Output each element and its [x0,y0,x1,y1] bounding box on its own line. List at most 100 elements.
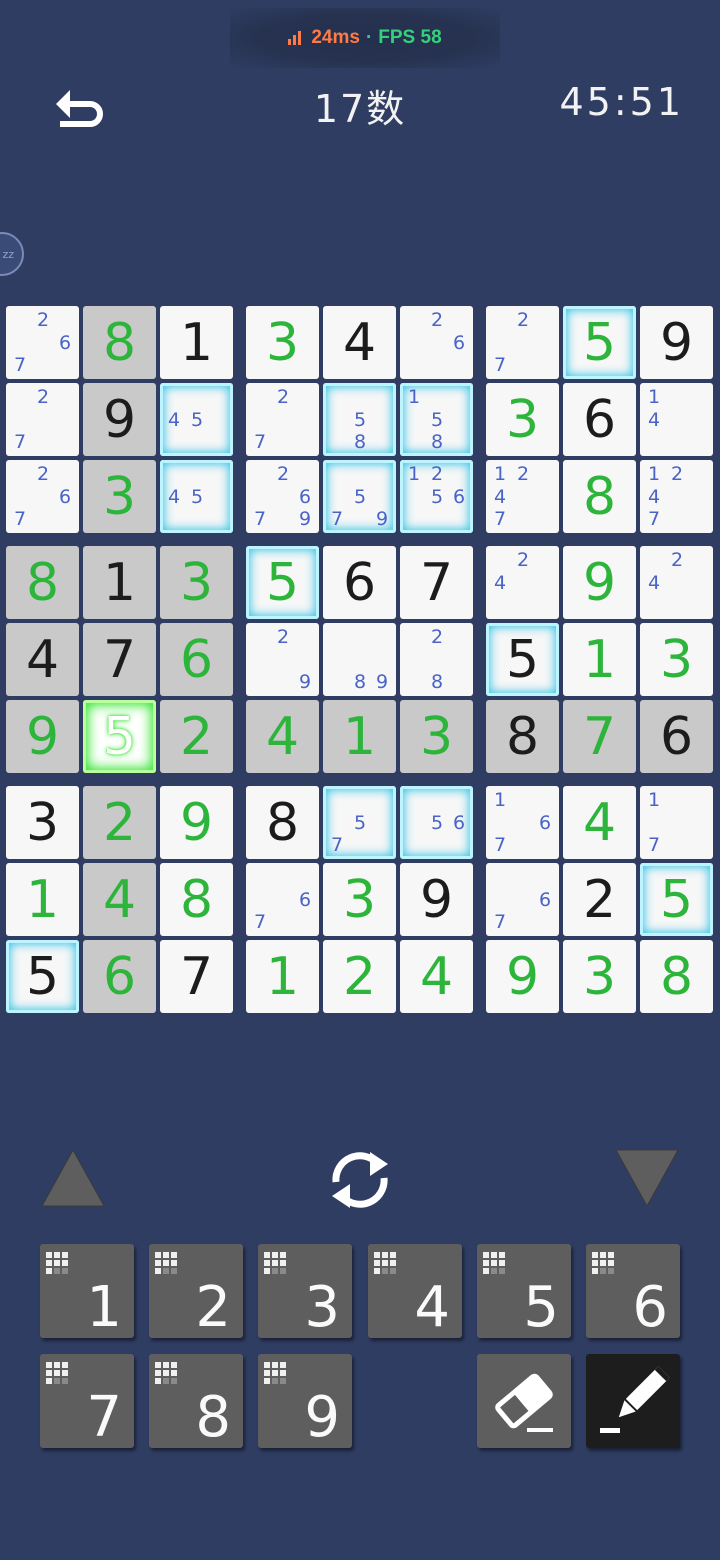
sudoku-cell-r8c6[interactable]: 9 [400,863,473,936]
sudoku-cell-r5c3[interactable]: 6 [160,623,233,696]
triangle-up-icon[interactable] [38,1146,108,1210]
sleep-badge[interactable]: zz [0,232,24,276]
sudoku-cell-r8c9[interactable]: 5 [640,863,713,936]
sudoku-cell-r4c4[interactable]: 5 [246,546,319,619]
sudoku-cell-r1c9[interactable]: 9 [640,306,713,379]
sudoku-cell-r7c5[interactable]: 57 [323,786,396,859]
sudoku-cell-r6c9[interactable]: 6 [640,700,713,773]
sudoku-cell-r6c8[interactable]: 7 [563,700,636,773]
sudoku-cell-r6c7[interactable]: 8 [486,700,559,773]
sudoku-cell-r7c8[interactable]: 4 [563,786,636,859]
sudoku-cell-r8c1[interactable]: 1 [6,863,79,936]
sudoku-cell-r5c7[interactable]: 5 [486,623,559,696]
number-key-7[interactable]: 7 [40,1354,134,1448]
sudoku-cell-r2c4[interactable]: 27 [246,383,319,456]
sudoku-cell-r1c5[interactable]: 4 [323,306,396,379]
sudoku-cell-r3c3[interactable]: 45 [160,460,233,533]
sudoku-cell-r9c4[interactable]: 1 [246,940,319,1013]
pencil-note: 7 [330,834,344,856]
pencil-button[interactable] [586,1354,680,1448]
sudoku-cell-r4c3[interactable]: 3 [160,546,233,619]
sudoku-cell-r2c3[interactable]: 45 [160,383,233,456]
sudoku-cell-r1c7[interactable]: 27 [486,306,559,379]
sudoku-cell-r9c7[interactable]: 9 [486,940,559,1013]
sudoku-cell-r6c1[interactable]: 9 [6,700,79,773]
sudoku-cell-r4c7[interactable]: 24 [486,546,559,619]
sudoku-cell-r9c9[interactable]: 8 [640,940,713,1013]
sudoku-cell-r3c5[interactable]: 57 9 [323,460,396,533]
sudoku-cell-r3c7[interactable]: 1247 [486,460,559,533]
sudoku-cell-r2c2[interactable]: 9 [83,383,156,456]
sudoku-cell-r8c4[interactable]: 67 [246,863,319,936]
sudoku-cell-r9c8[interactable]: 3 [563,940,636,1013]
sudoku-cell-r3c1[interactable]: 26 7 [6,460,79,533]
sudoku-cell-r3c6[interactable]: 1256 [400,460,473,533]
cell-value: 3 [25,792,60,853]
sudoku-cell-r6c3[interactable]: 2 [160,700,233,773]
number-key-6[interactable]: 6 [586,1244,680,1338]
sudoku-cell-r3c8[interactable]: 8 [563,460,636,533]
sudoku-cell-r7c3[interactable]: 9 [160,786,233,859]
sudoku-cell-r5c9[interactable]: 3 [640,623,713,696]
sudoku-cell-r7c6[interactable]: 56 [400,786,473,859]
sudoku-cell-r8c3[interactable]: 8 [160,863,233,936]
refresh-icon[interactable] [322,1142,398,1218]
sudoku-cell-r1c6[interactable]: 26 [400,306,473,379]
number-key-8[interactable]: 8 [149,1354,243,1448]
sudoku-cell-r3c9[interactable]: 1247 [640,460,713,533]
sudoku-cell-r8c8[interactable]: 2 [563,863,636,936]
sudoku-cell-r7c9[interactable]: 17 [640,786,713,859]
sudoku-cell-r6c2[interactable]: 5 [83,700,156,773]
sudoku-cell-r4c6[interactable]: 7 [400,546,473,619]
sudoku-cell-r3c2[interactable]: 3 [83,460,156,533]
number-key-3[interactable]: 3 [258,1244,352,1338]
sudoku-cell-r5c5[interactable]: 89 [323,623,396,696]
sudoku-cell-r7c7[interactable]: 1 6 7 [486,786,559,859]
sudoku-cell-r5c6[interactable]: 28 [400,623,473,696]
sudoku-cell-r5c1[interactable]: 4 [6,623,79,696]
sudoku-cell-r9c2[interactable]: 6 [83,940,156,1013]
eraser-button[interactable] [477,1354,571,1448]
sudoku-cell-r6c4[interactable]: 4 [246,700,319,773]
number-key-2[interactable]: 2 [149,1244,243,1338]
sudoku-cell-r4c5[interactable]: 6 [323,546,396,619]
sudoku-cell-r8c5[interactable]: 3 [323,863,396,936]
sudoku-cell-r2c8[interactable]: 6 [563,383,636,456]
sudoku-cell-r4c8[interactable]: 9 [563,546,636,619]
network-status: 24ms · FPS 58 [230,8,500,68]
sudoku-cell-r2c7[interactable]: 3 [486,383,559,456]
number-key-1[interactable]: 1 [40,1244,134,1338]
sudoku-cell-r3c4[interactable]: 26 7 9 [246,460,319,533]
sudoku-cell-r1c3[interactable]: 1 [160,306,233,379]
pencil-note: 2 [276,626,290,648]
sudoku-cell-r4c1[interactable]: 8 [6,546,79,619]
sudoku-cell-r9c5[interactable]: 2 [323,940,396,1013]
sudoku-cell-r5c4[interactable]: 29 [246,623,319,696]
sudoku-cell-r9c3[interactable]: 7 [160,940,233,1013]
sudoku-cell-r1c8[interactable]: 5 [563,306,636,379]
sudoku-cell-r8c2[interactable]: 4 [83,863,156,936]
sudoku-cell-r1c4[interactable]: 3 [246,306,319,379]
triangle-down-icon[interactable] [612,1146,682,1210]
sudoku-cell-r7c2[interactable]: 2 [83,786,156,859]
sudoku-cell-r2c5[interactable]: 58 [323,383,396,456]
sudoku-cell-r6c6[interactable]: 3 [400,700,473,773]
number-key-4[interactable]: 4 [368,1244,462,1338]
sudoku-cell-r4c9[interactable]: 24 [640,546,713,619]
sudoku-cell-r7c4[interactable]: 8 [246,786,319,859]
sudoku-cell-r7c1[interactable]: 3 [6,786,79,859]
number-key-5[interactable]: 5 [477,1244,571,1338]
sudoku-cell-r2c9[interactable]: 14 [640,383,713,456]
number-key-9[interactable]: 9 [258,1354,352,1448]
sudoku-cell-r9c1[interactable]: 5 [6,940,79,1013]
sudoku-cell-r1c2[interactable]: 8 [83,306,156,379]
sudoku-cell-r9c6[interactable]: 4 [400,940,473,1013]
sudoku-cell-r8c7[interactable]: 67 [486,863,559,936]
sudoku-cell-r1c1[interactable]: 26 7 [6,306,79,379]
sudoku-cell-r5c2[interactable]: 7 [83,623,156,696]
sudoku-cell-r2c6[interactable]: 158 [400,383,473,456]
sudoku-cell-r4c2[interactable]: 1 [83,546,156,619]
sudoku-cell-r5c8[interactable]: 1 [563,623,636,696]
sudoku-cell-r2c1[interactable]: 27 [6,383,79,456]
sudoku-cell-r6c5[interactable]: 1 [323,700,396,773]
